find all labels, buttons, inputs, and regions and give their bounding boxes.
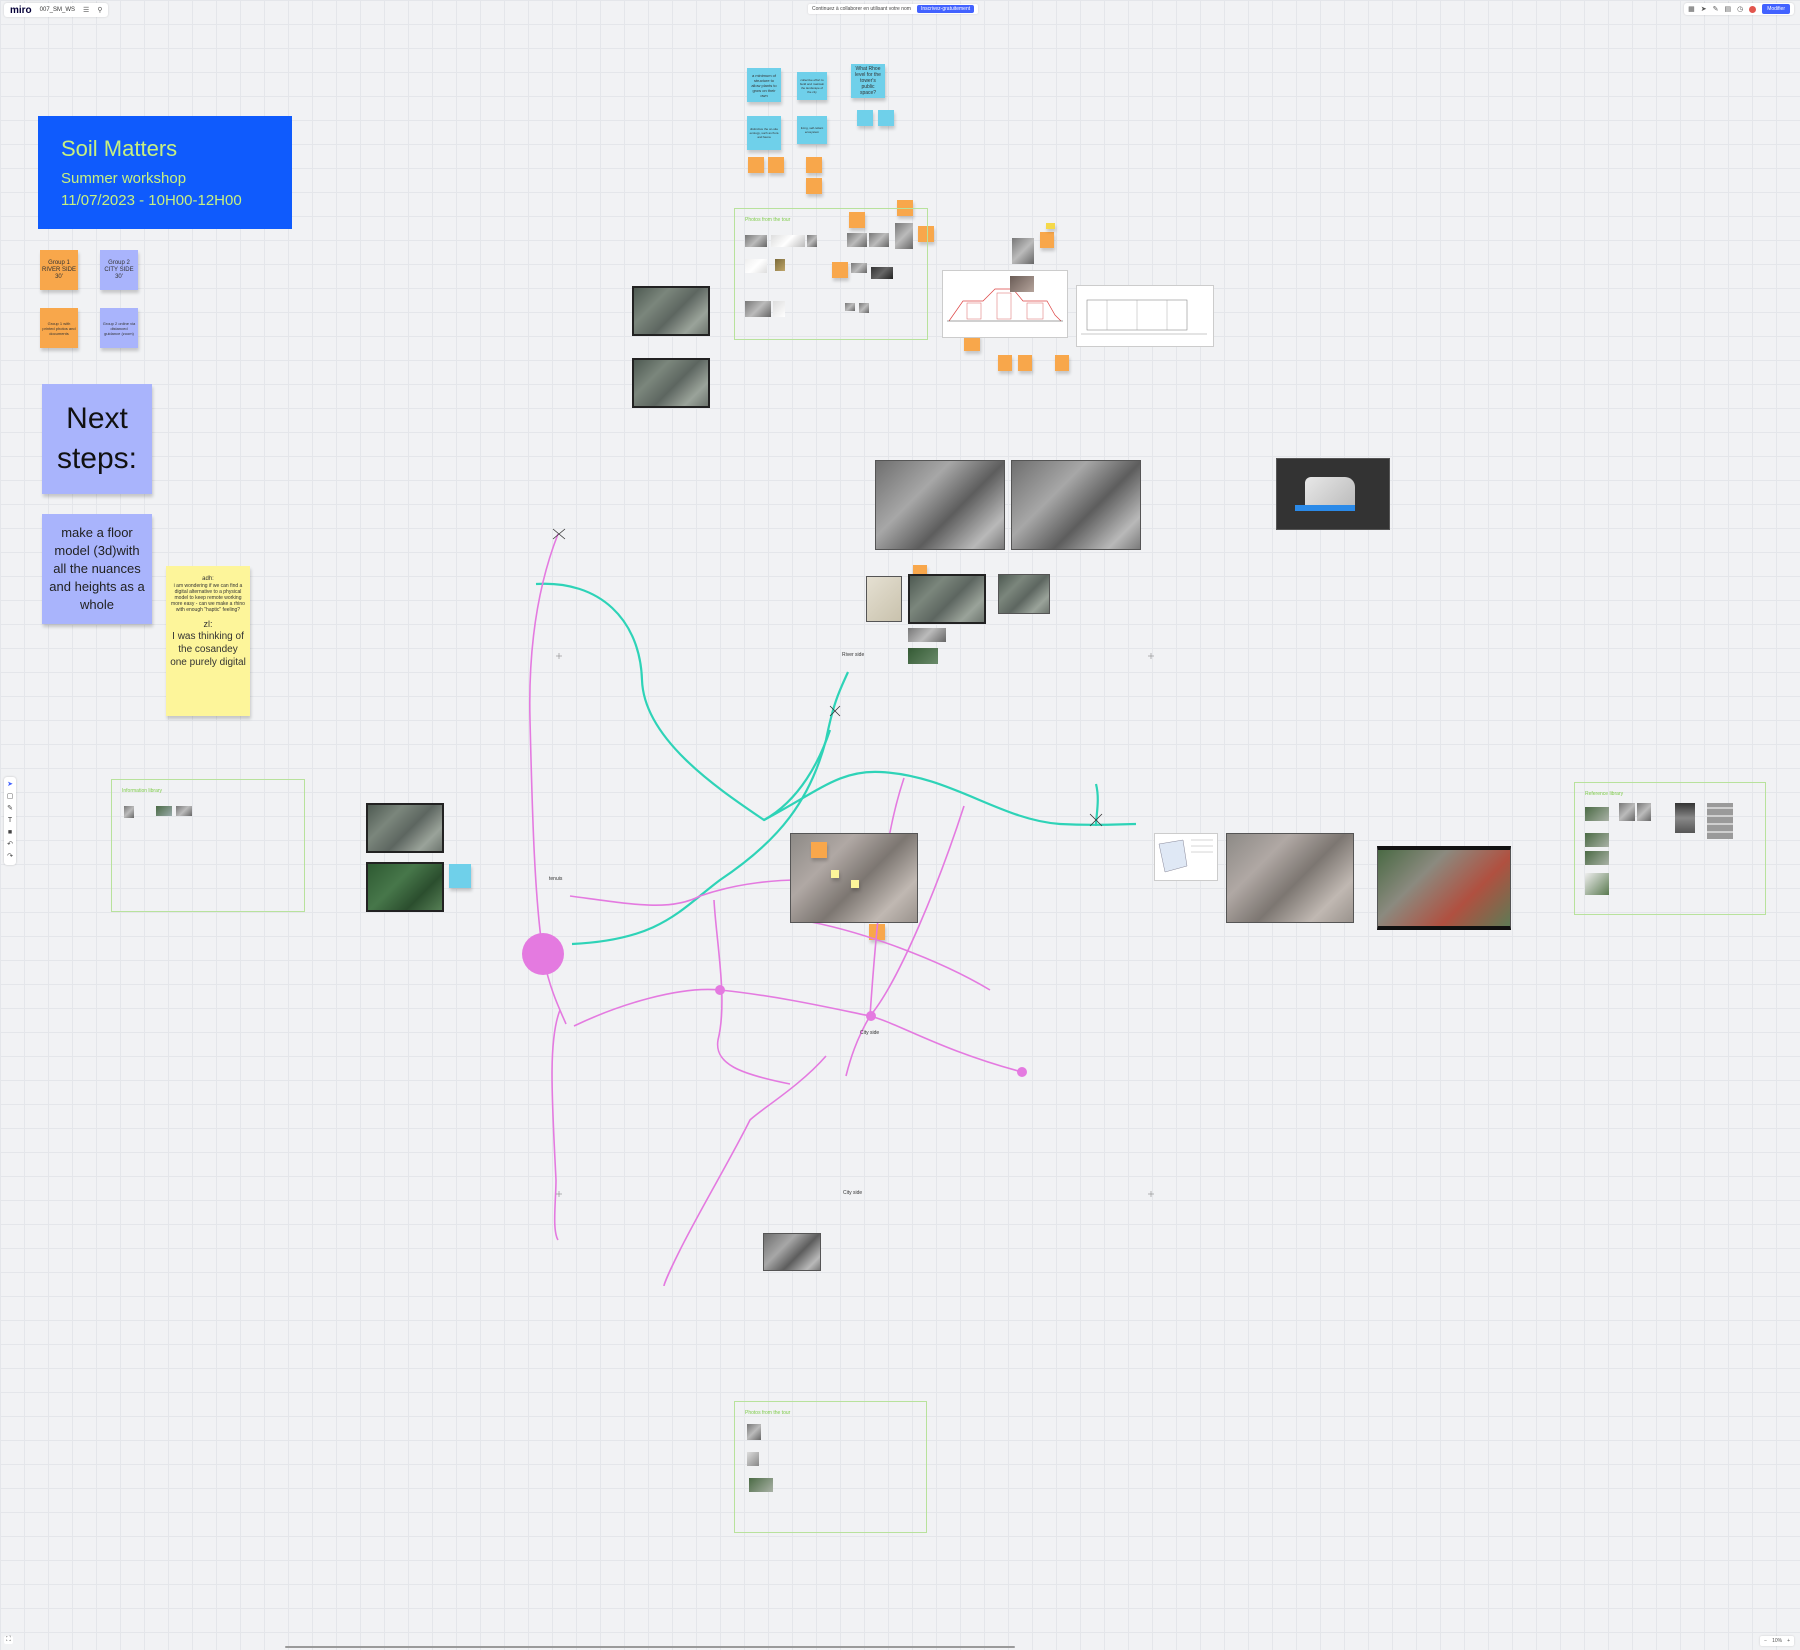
annotated-map-photo[interactable] [790,833,918,923]
frame-information-library[interactable]: Information library [111,779,305,912]
site-plan-lines [1158,839,1213,873]
aerial-photo[interactable] [366,803,444,853]
plus-markers [556,653,1154,1197]
city-side-label: City side [860,1030,880,1036]
frame-thumbnail[interactable] [1585,807,1609,821]
yellow-sticky[interactable] [831,870,839,878]
whiteboard-canvas[interactable]: miro 007_SM_WS ☰ ⚲ Continuez à collabore… [0,0,1800,1650]
city-side-bottom-label: City side [843,1190,863,1196]
pink-node[interactable] [715,985,725,995]
site-plan-photo[interactable] [1154,833,1218,881]
yellow-sticky[interactable] [851,880,859,888]
pink-node[interactable] [866,1011,876,1021]
pink-paths [528,533,1023,1287]
river-side-label: River side [842,652,865,658]
frame-thumbnail[interactable] [1619,803,1635,821]
cross-markers [552,528,1103,827]
frame-label: Reference library [1585,791,1624,797]
orange-sticky[interactable] [811,842,827,858]
frame-thumbnail[interactable] [749,1478,773,1492]
frame-thumbnail[interactable] [124,806,134,818]
frame-thumbnail[interactable] [747,1424,761,1440]
frame-thumbnail[interactable] [156,806,172,816]
pink-node-large[interactable] [522,933,564,975]
frame-thumbnail[interactable] [176,806,192,816]
fit-screen-icon[interactable]: ⛶ [4,1636,13,1644]
pink-node[interactable] [1017,1067,1027,1077]
frame-label: Photos from the tour [745,1410,791,1416]
frame-thumbnail[interactable] [1585,833,1609,847]
historic-photo[interactable] [763,1233,821,1271]
street-map-photo[interactable] [1226,833,1354,923]
aerial-photo-green[interactable] [366,862,444,912]
frame-thumbnail[interactable] [1675,803,1695,833]
zoom-in-icon[interactable]: + [1787,1638,1790,1644]
zoom-out-icon[interactable]: − [1764,1638,1767,1644]
frame-thumbnail[interactable] [1637,803,1651,821]
frame-label: Information library [122,788,163,794]
aerial-photo-color[interactable] [1377,846,1511,930]
frame-reference-library[interactable]: Reference library [1574,782,1766,915]
frame-thumbnail[interactable] [747,1452,759,1466]
horizontal-scrollbar[interactable] [285,1646,1015,1648]
tenuis-label: tenuis [549,876,563,882]
frame-thumbnail[interactable] [1585,873,1609,895]
frame-photos-bottom[interactable]: Photos from the tour [734,1401,927,1533]
zoom-level[interactable]: 10% [1772,1638,1782,1644]
zoom-controls: − 10% + [1760,1636,1794,1646]
frame-thumbnail[interactable] [1707,803,1733,839]
frame-thumbnail[interactable] [1585,851,1609,865]
